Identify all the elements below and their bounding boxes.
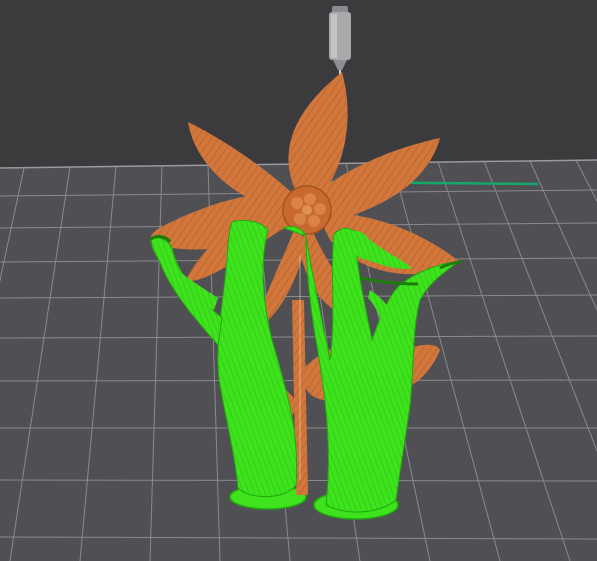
scene-canvas[interactable] <box>0 0 597 561</box>
3d-preview-viewport[interactable] <box>0 0 597 561</box>
